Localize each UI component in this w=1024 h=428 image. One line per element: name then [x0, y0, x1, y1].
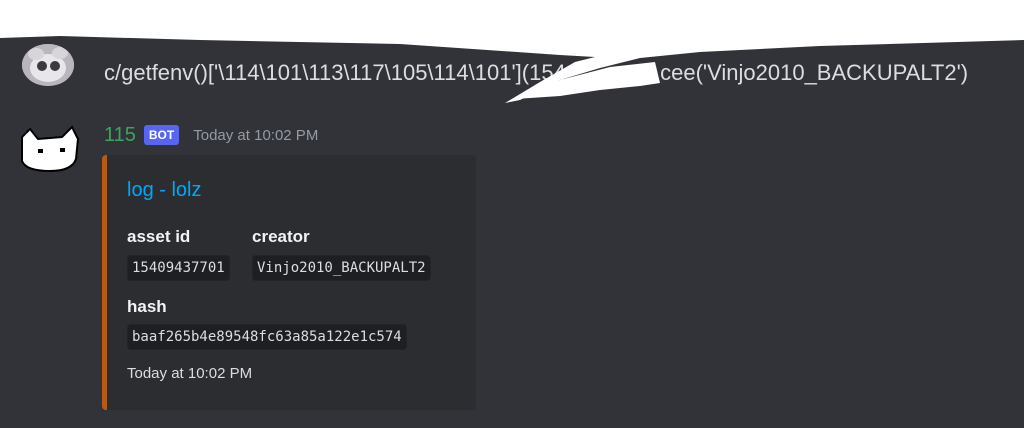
message-timestamp[interactable]: Today at 10:02 PM — [193, 127, 318, 144]
bot-avatar[interactable] — [16, 123, 82, 175]
username[interactable]: 115 — [104, 124, 136, 147]
field-name-hash: hash — [127, 297, 167, 316]
message-header: 115 BOT Today at 10:02 PM — [104, 122, 318, 148]
embed-card: log - lolz asset id 15409437701 creator … — [102, 155, 476, 410]
field-value-hash: baaf265b4e89548fc63a85a122e1c574 — [127, 324, 407, 350]
embed-footer-timestamp: Today at 10:02 PM — [127, 365, 253, 382]
embed-title-link[interactable]: log - lolz — [127, 179, 201, 202]
field-name-creator: creator — [252, 227, 310, 246]
field-name-asset-id: asset id — [127, 227, 191, 246]
torn-edge-overlay — [0, 0, 1024, 103]
field-value-creator: Vinjo2010_BACKUPALT2 — [252, 255, 431, 281]
field-value-asset-id: 15409437701 — [127, 255, 230, 281]
bot-badge: BOT — [143, 125, 180, 145]
